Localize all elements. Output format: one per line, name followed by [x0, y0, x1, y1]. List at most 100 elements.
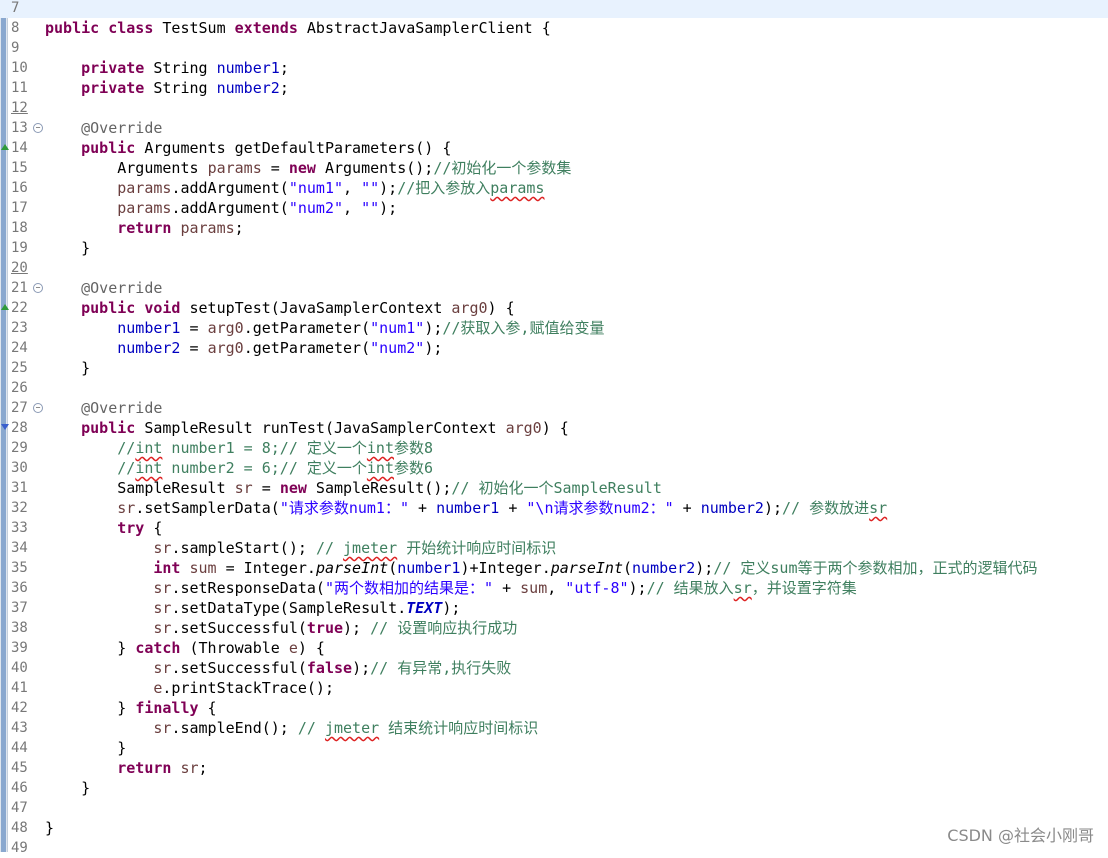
code-text: @Override [81, 119, 163, 137]
code-line[interactable]: 31 SampleResult sr = new SampleResult();… [0, 478, 1108, 498]
code-text: return sr; [117, 759, 208, 777]
code-text: sr.sampleStart(); // jmeter 开始统计响应时间标识 [153, 539, 557, 557]
code-line[interactable]: 44 } [0, 738, 1108, 758]
code-text: sr.setSamplerData("请求参数num1：" + number1 … [117, 499, 888, 517]
code-line[interactable]: 34 sr.sampleStart(); // jmeter 开始统计响应时间标… [0, 538, 1108, 558]
line-number: 19 [11, 240, 28, 256]
line-number: 40 [11, 660, 28, 676]
line-number: 49 [11, 840, 28, 856]
code-line[interactable]: 30 //int number2 = 6;// 定义一个int参数6 [0, 458, 1108, 478]
code-text: params.addArgument("num1", "");//把入参放入pa… [117, 179, 545, 197]
code-line[interactable]: 23 number1 = arg0.getParameter("num1");/… [0, 318, 1108, 338]
line-number: 39 [11, 640, 28, 656]
line-number: 34 [11, 540, 28, 556]
code-line[interactable]: 12 [0, 98, 1108, 118]
code-line[interactable]: 22 public void setupTest(JavaSamplerCont… [0, 298, 1108, 318]
code-text: sr.setSuccessful(false);// 有异常,执行失败 [153, 659, 512, 677]
code-text: private String number1; [81, 59, 289, 77]
code-line[interactable]: 38 sr.setSuccessful(true); // 设置响应执行成功 [0, 618, 1108, 638]
code-text: number1 = arg0.getParameter("num1");//获取… [117, 319, 605, 337]
code-line[interactable]: 35 int sum = Integer.parseInt(number1)+I… [0, 558, 1108, 578]
code-line[interactable]: 14 public Arguments getDefaultParameters… [0, 138, 1108, 158]
code-line[interactable]: 27− @Override [0, 398, 1108, 418]
code-line[interactable]: 8 public class TestSum extends AbstractJa… [0, 18, 1108, 38]
line-number: 27 [11, 400, 28, 416]
line-number: 26 [11, 380, 28, 396]
code-line[interactable]: 26 [0, 378, 1108, 398]
code-text: public SampleResult runTest(JavaSamplerC… [81, 419, 569, 437]
line-number: 15 [11, 160, 28, 176]
code-text: return params; [117, 219, 244, 237]
line-number: 41 [11, 680, 28, 696]
code-line[interactable]: 39 } catch (Throwable e) { [0, 638, 1108, 658]
line-number: 31 [11, 480, 28, 496]
code-text: } catch (Throwable e) { [45, 639, 325, 657]
code-text: SampleResult sr = new SampleResult();// … [45, 479, 662, 497]
fold-toggle-icon[interactable]: − [33, 283, 43, 293]
code-line[interactable]: 9 [0, 38, 1108, 58]
implements-marker-icon[interactable] [1, 424, 9, 430]
code-line[interactable]: 24 number2 = arg0.getParameter("num2"); [0, 338, 1108, 358]
code-line[interactable]: 47 [0, 798, 1108, 818]
line-number: 32 [11, 500, 28, 516]
code-text: int sum = Integer.parseInt(number1)+Inte… [153, 559, 1038, 577]
code-line[interactable]: 7 [0, 0, 1108, 18]
code-line[interactable]: 11 private String number2; [0, 78, 1108, 98]
code-text: } finally { [45, 699, 217, 717]
code-line[interactable]: 29 //int number1 = 8;// 定义一个int参数8 [0, 438, 1108, 458]
override-marker-icon[interactable] [1, 144, 9, 150]
code-line[interactable]: 17 params.addArgument("num2", ""); [0, 198, 1108, 218]
fold-toggle-icon[interactable]: − [33, 403, 43, 413]
code-line[interactable]: 13− @Override [0, 118, 1108, 138]
line-number: 14 [11, 140, 28, 156]
code-text: sr.sampleEnd(); // jmeter 结束统计响应时间标识 [153, 719, 539, 737]
line-number: 28 [11, 420, 28, 436]
line-number: 38 [11, 620, 28, 636]
code-text: sr.setDataType(SampleResult.TEXT); [153, 599, 461, 617]
code-line[interactable]: 15 Arguments params = new Arguments();//… [0, 158, 1108, 178]
code-line[interactable]: 43 sr.sampleEnd(); // jmeter 结束统计响应时间标识 [0, 718, 1108, 738]
code-line[interactable]: 16 params.addArgument("num1", "");//把入参放… [0, 178, 1108, 198]
line-number: 45 [11, 760, 28, 776]
code-line[interactable]: 18 return params; [0, 218, 1108, 238]
code-line[interactable]: 45 return sr; [0, 758, 1108, 778]
code-text: } [45, 779, 91, 797]
code-text: } [45, 239, 91, 257]
code-line[interactable]: 10 private String number1; [0, 58, 1108, 78]
code-line[interactable]: 19 } [0, 238, 1108, 258]
line-number: 9 [11, 40, 20, 56]
override-marker-icon[interactable] [1, 304, 9, 310]
code-line[interactable]: 32 sr.setSamplerData("请求参数num1：" + numbe… [0, 498, 1108, 518]
code-line[interactable]: 20 [0, 258, 1108, 278]
code-text: public void setupTest(JavaSamplerContext… [81, 299, 515, 317]
line-number: 44 [11, 740, 28, 756]
line-number: 13 [11, 120, 28, 136]
code-line[interactable]: 33 try { [0, 518, 1108, 538]
code-line[interactable]: 37 sr.setDataType(SampleResult.TEXT); [0, 598, 1108, 618]
line-number: 29 [11, 440, 28, 456]
code-line[interactable]: 36 sr.setResponseData("两个数相加的结果是：" + sum… [0, 578, 1108, 598]
code-text: try { [117, 519, 163, 537]
code-line[interactable]: 48} [0, 818, 1108, 838]
line-number: 24 [11, 340, 28, 356]
code-line[interactable]: 41 e.printStackTrace(); [0, 678, 1108, 698]
code-line[interactable]: 49 [0, 838, 1108, 858]
code-line[interactable]: 42 } finally { [0, 698, 1108, 718]
line-number: 21 [11, 280, 28, 296]
code-line[interactable]: 21− @Override [0, 278, 1108, 298]
line-number: 16 [11, 180, 28, 196]
code-line[interactable]: 28 public SampleResult runTest(JavaSampl… [0, 418, 1108, 438]
code-line[interactable]: 40 sr.setSuccessful(false);// 有异常,执行失败 [0, 658, 1108, 678]
code-text: public class TestSum extends AbstractJav… [45, 19, 551, 37]
code-text: } [45, 819, 55, 837]
code-text: sr.setResponseData("两个数相加的结果是：" + sum, "… [153, 579, 857, 597]
line-number: 23 [11, 320, 28, 336]
line-number: 25 [11, 360, 28, 376]
line-number: 35 [11, 560, 28, 576]
code-line[interactable]: 46 } [0, 778, 1108, 798]
code-editor[interactable]: 7 8 public class TestSum extends AbstractJ… [0, 0, 1108, 856]
code-line[interactable]: 25 } [0, 358, 1108, 378]
line-number: 12 [11, 100, 28, 116]
fold-toggle-icon[interactable]: − [33, 123, 43, 133]
line-number: 47 [11, 800, 28, 816]
